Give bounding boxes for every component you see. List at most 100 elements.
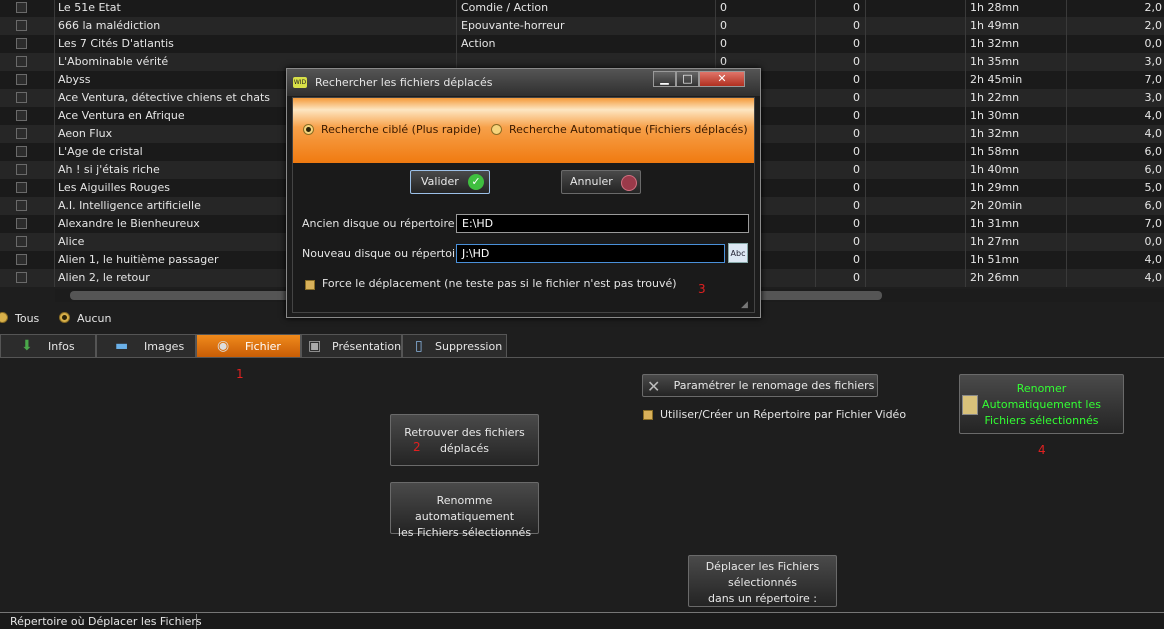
filter-all-radio[interactable] bbox=[0, 312, 8, 323]
row-checkbox[interactable] bbox=[16, 164, 27, 175]
row-checkbox[interactable] bbox=[16, 38, 27, 49]
dialog-title-bar[interactable]: WID Rechercher les fichiers déplacés ▁ □… bbox=[287, 69, 760, 96]
count-cell: 0 bbox=[716, 35, 816, 53]
table-row[interactable]: 666 la malédiction Epouvante-horreur 0 0 1h … bbox=[0, 17, 1164, 35]
genre-cell: Comdie / Action bbox=[457, 0, 716, 17]
checkbox-cell bbox=[0, 17, 55, 35]
row-checkbox[interactable] bbox=[16, 74, 27, 85]
search-mode-panel: Recherche ciblé (Plus rapide) Recherche … bbox=[293, 98, 754, 163]
move-files-line2: sélectionnés bbox=[728, 576, 797, 589]
filter-none-label: Aucun bbox=[77, 312, 112, 325]
rating-cell: 7,0 bbox=[1144, 217, 1163, 230]
empty-cell bbox=[866, 125, 966, 143]
tab-presentation[interactable]: ▣ Présentation bbox=[301, 334, 402, 357]
empty-cell bbox=[866, 143, 966, 161]
spellcheck-icon[interactable]: Abc bbox=[728, 243, 748, 263]
tab-infos[interactable]: ⬇ Infos bbox=[0, 334, 96, 357]
empty-cell bbox=[866, 233, 966, 251]
empty-cell bbox=[866, 53, 966, 71]
tab-fichier[interactable]: ◉ Fichier bbox=[196, 334, 301, 357]
force-move-label: Force le déplacement (ne teste pas si le… bbox=[322, 277, 677, 290]
row-checkbox[interactable] bbox=[16, 128, 27, 139]
use-create-dir-checkbox[interactable] bbox=[643, 410, 653, 420]
rating-cell: 4,0 bbox=[1144, 253, 1163, 266]
row-checkbox[interactable] bbox=[16, 110, 27, 121]
tab-suppression[interactable]: ▯ Suppression bbox=[402, 334, 507, 357]
move-files-button[interactable]: Déplacer les Fichiers sélectionnés dans … bbox=[688, 555, 837, 607]
marker-3: 3 bbox=[698, 282, 706, 296]
row-checkbox[interactable] bbox=[16, 56, 27, 67]
auto-rename-button[interactable]: Renomer Automatiquement les Fichiers sél… bbox=[959, 374, 1124, 434]
validate-button[interactable]: Valider ✓ bbox=[410, 170, 490, 194]
close-icon[interactable]: ✕ bbox=[699, 71, 745, 87]
empty-cell bbox=[866, 35, 966, 53]
cancel-button[interactable]: Annuler bbox=[561, 170, 641, 194]
filter-none-radio[interactable] bbox=[59, 312, 70, 323]
value-cell: 0 bbox=[816, 53, 866, 71]
cancel-label: Annuler bbox=[570, 175, 613, 188]
duration-cell: 1h 22mn bbox=[966, 89, 1067, 107]
checkbox-cell bbox=[0, 53, 55, 71]
rename-settings-button[interactable]: ✕ Paramétrer le renomage des fichiers bbox=[642, 374, 878, 397]
value-cell: 0 bbox=[816, 161, 866, 179]
value-cell: 0 bbox=[816, 179, 866, 197]
search-moved-files-dialog: WID Rechercher les fichiers déplacés ▁ □… bbox=[286, 68, 761, 318]
row-checkbox[interactable] bbox=[16, 182, 27, 193]
value-cell: 0 bbox=[816, 107, 866, 125]
rating-cell: 2,0 bbox=[1144, 1, 1163, 14]
tab-images[interactable]: ▬ Images bbox=[96, 334, 196, 357]
old-directory-input[interactable]: E:\HD bbox=[456, 214, 749, 233]
checkbox-cell bbox=[0, 89, 55, 107]
empty-cell bbox=[866, 197, 966, 215]
value-cell: 0 bbox=[816, 89, 866, 107]
maximize-icon[interactable]: □ bbox=[676, 71, 699, 87]
table-row[interactable]: Le 51e Etat Comdie / Action 0 0 1h 28mn 2,0 bbox=[0, 0, 1164, 17]
row-checkbox[interactable] bbox=[16, 236, 27, 247]
genre-cell: Action bbox=[457, 35, 716, 53]
checkbox-cell bbox=[0, 71, 55, 89]
validate-label: Valider bbox=[421, 175, 459, 188]
filter-all-label: Tous bbox=[15, 312, 40, 325]
targeted-search-radio[interactable] bbox=[303, 124, 314, 135]
resize-grip-icon[interactable]: ◢ bbox=[741, 300, 748, 310]
rating-cell: 4,0 bbox=[1144, 127, 1163, 140]
rating-cell: 6,0 bbox=[1144, 145, 1163, 158]
row-checkbox[interactable] bbox=[16, 146, 27, 157]
auto-rename-selected-button[interactable]: Renomme automatiquement les Fichiers sél… bbox=[390, 482, 539, 539]
duration-cell: 1h 30mn bbox=[966, 107, 1067, 125]
checkbox-cell bbox=[0, 107, 55, 125]
old-directory-label: Ancien disque ou répertoire bbox=[302, 217, 455, 230]
title-cell: Le 51e Etat bbox=[55, 0, 457, 17]
duration-cell: 2h 45min bbox=[966, 71, 1067, 89]
value-cell: 0 bbox=[816, 269, 866, 287]
row-checkbox[interactable] bbox=[16, 20, 27, 31]
row-checkbox[interactable] bbox=[16, 2, 27, 13]
row-checkbox[interactable] bbox=[16, 218, 27, 229]
empty-cell bbox=[866, 71, 966, 89]
download-icon: ⬇ bbox=[21, 338, 33, 354]
auto-search-radio[interactable] bbox=[491, 124, 502, 135]
count-cell: 0 bbox=[716, 17, 816, 35]
tab-suppression-label: Suppression bbox=[435, 340, 503, 353]
new-directory-label: Nouveau disque ou répertoire bbox=[302, 247, 467, 260]
row-checkbox[interactable] bbox=[16, 254, 27, 265]
empty-cell bbox=[866, 89, 966, 107]
force-move-checkbox[interactable] bbox=[305, 280, 315, 290]
minimize-icon[interactable]: ▁ bbox=[653, 71, 676, 87]
projector-icon: ▣ bbox=[308, 338, 322, 354]
row-checkbox[interactable] bbox=[16, 92, 27, 103]
empty-cell bbox=[866, 251, 966, 269]
tab-presentation-label: Présentation bbox=[332, 340, 402, 353]
new-directory-input[interactable]: J:\HD bbox=[456, 244, 725, 263]
duration-cell: 2h 26mn bbox=[966, 269, 1067, 287]
checkbox-cell bbox=[0, 233, 55, 251]
move-directory-label-text: Répertoire où Déplacer les Fichiers bbox=[10, 615, 202, 628]
genre-cell: Epouvante-horreur bbox=[457, 17, 716, 35]
table-row[interactable]: Les 7 Cités D'atlantis Action 0 0 1h 32mn 0,0 bbox=[0, 35, 1164, 53]
duration-cell: 1h 29mn bbox=[966, 179, 1067, 197]
targeted-search-label: Recherche ciblé (Plus rapide) bbox=[321, 123, 482, 136]
row-checkbox[interactable] bbox=[16, 272, 27, 283]
trash-icon: ▯ bbox=[415, 338, 423, 354]
row-checkbox[interactable] bbox=[16, 200, 27, 211]
value-cell: 0 bbox=[816, 125, 866, 143]
